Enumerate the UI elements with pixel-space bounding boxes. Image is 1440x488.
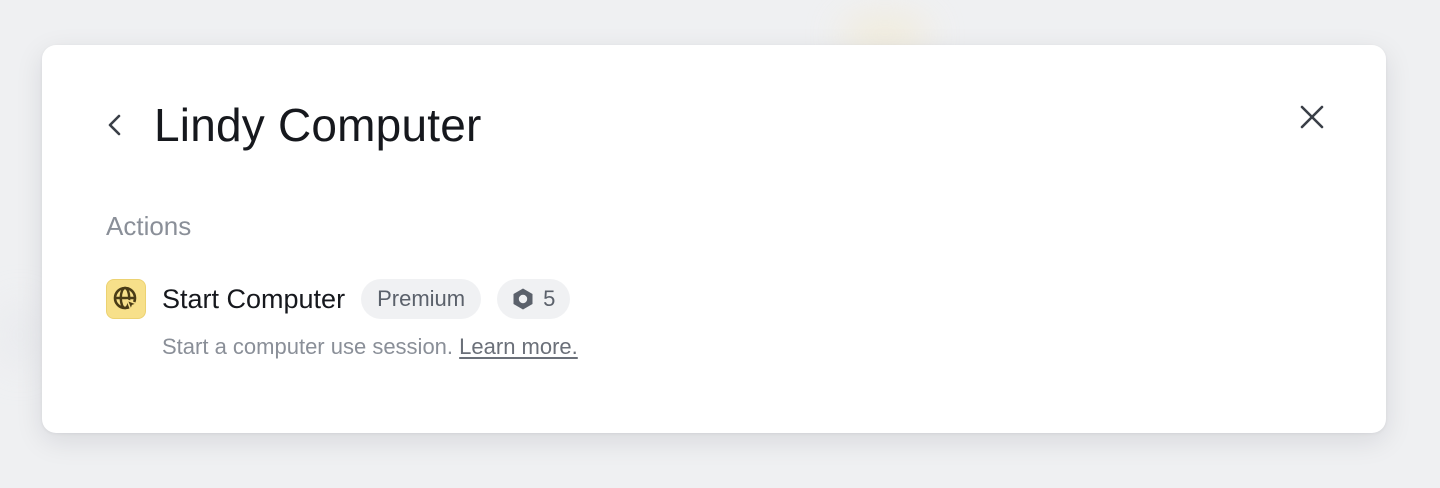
credits-count: 5: [543, 286, 556, 311]
modal-title: Lindy Computer: [154, 99, 482, 151]
backdrop-decoration: [0, 300, 40, 370]
action-item-start-computer[interactable]: Start Computer Premium 5: [106, 279, 586, 319]
integration-modal: Lindy Computer Actions Start Computer Pr…: [42, 45, 1386, 433]
hexagon-credit-icon: [513, 288, 533, 310]
actions-section-label: Actions: [106, 211, 192, 241]
learn-more-link[interactable]: Learn more.: [459, 334, 578, 359]
credits-badge: 5: [497, 279, 571, 319]
globe-cursor-icon: [106, 279, 146, 319]
back-button[interactable]: [106, 105, 134, 145]
modal-header: Lindy Computer: [106, 97, 482, 153]
close-icon: [1300, 105, 1324, 129]
close-button[interactable]: [1296, 101, 1328, 133]
description-text: Start a computer use session.: [162, 334, 454, 359]
action-description: Start a computer use session. Learn more…: [162, 332, 578, 362]
premium-badge: Premium: [361, 279, 482, 319]
action-name: Start Computer: [162, 284, 346, 314]
chevron-left-icon: [108, 114, 121, 136]
